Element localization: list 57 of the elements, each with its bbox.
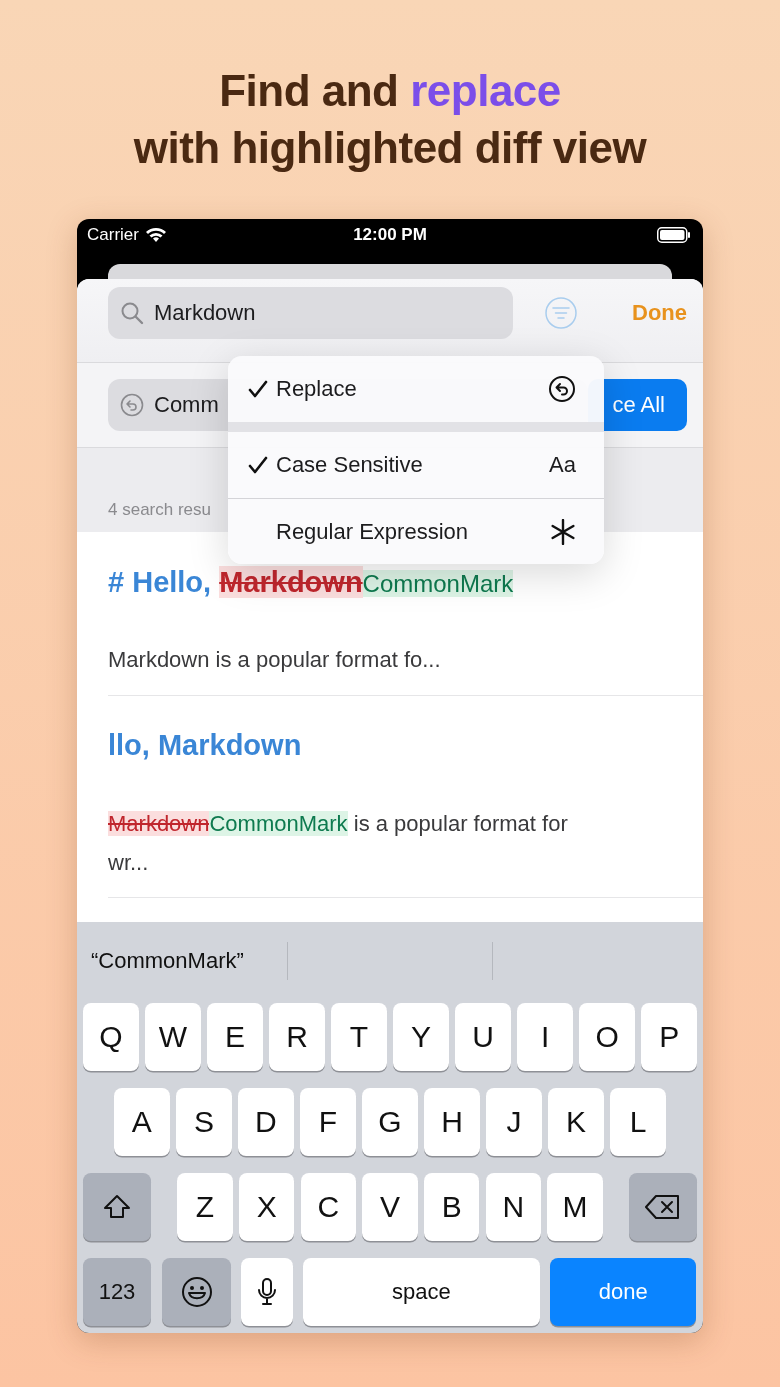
- case-symbol: Aa: [549, 452, 576, 478]
- letter-key[interactable]: E: [207, 1003, 263, 1071]
- result-heading: # Hello, MarkdownCommonMark: [108, 565, 515, 600]
- result-count: 4 search resu: [108, 500, 211, 520]
- undo-icon: [120, 393, 144, 417]
- letter-key[interactable]: J: [486, 1088, 542, 1156]
- carrier-label: Carrier: [87, 225, 139, 245]
- delete-key[interactable]: [629, 1173, 697, 1241]
- letter-key[interactable]: H: [424, 1088, 480, 1156]
- menu-item[interactable]: Case Sensitive Aa: [228, 432, 604, 498]
- search-icon: [120, 300, 144, 325]
- letter-key[interactable]: R: [269, 1003, 325, 1071]
- space-key[interactable]: space: [302, 1258, 540, 1326]
- letter-key[interactable]: I: [517, 1003, 573, 1071]
- letter-key[interactable]: L: [610, 1088, 666, 1156]
- microphone-icon: [256, 1277, 277, 1307]
- asterisk-icon: [550, 518, 576, 545]
- letter-key[interactable]: F: [300, 1088, 356, 1156]
- menu-item[interactable]: Regular Expression: [228, 498, 604, 564]
- letter-key[interactable]: W: [145, 1003, 201, 1071]
- letter-key[interactable]: U: [455, 1003, 511, 1071]
- headline: with highlighted diff view: [133, 122, 647, 174]
- smiley-icon: [180, 1276, 213, 1308]
- letter-key[interactable]: D: [238, 1088, 294, 1156]
- letter-key[interactable]: Y: [393, 1003, 449, 1071]
- suggestion[interactable]: “CommonMark”: [91, 947, 244, 974]
- clock-time: 12:00 PM: [353, 225, 427, 245]
- letter-key[interactable]: V: [362, 1173, 418, 1241]
- letter-key[interactable]: P: [641, 1003, 697, 1071]
- letter-key[interactable]: Z: [177, 1173, 233, 1241]
- microphone-key[interactable]: [240, 1258, 293, 1326]
- wifi-icon: [144, 227, 167, 243]
- letter-key[interactable]: S: [176, 1088, 232, 1156]
- letter-key[interactable]: A: [114, 1088, 170, 1156]
- numbers-key[interactable]: 123: [83, 1258, 151, 1326]
- letter-key[interactable]: M: [547, 1173, 603, 1241]
- shift-key[interactable]: [83, 1173, 151, 1241]
- result-snippet: Markdown is a popular format fo...: [108, 646, 442, 674]
- result-heading: llo, Markdown: [108, 728, 303, 763]
- letter-key[interactable]: Q: [83, 1003, 139, 1071]
- emoji-key[interactable]: [162, 1258, 232, 1326]
- shift-icon: [102, 1193, 132, 1221]
- letter-key[interactable]: K: [548, 1088, 604, 1156]
- result-snippet: MarkdownCommonMark is a popular format for wr...: [108, 810, 569, 877]
- done-key[interactable]: done: [550, 1258, 697, 1326]
- letter-key[interactable]: T: [331, 1003, 387, 1071]
- letter-key[interactable]: B: [424, 1173, 480, 1241]
- letter-key[interactable]: O: [579, 1003, 635, 1071]
- letter-key[interactable]: N: [485, 1173, 542, 1241]
- letter-key[interactable]: C: [300, 1173, 356, 1241]
- search-field[interactable]: Markdown: [108, 286, 513, 339]
- backspace-icon: [645, 1194, 681, 1220]
- undo-icon: [548, 375, 576, 403]
- battery-icon: [657, 227, 691, 243]
- letter-key[interactable]: X: [238, 1173, 295, 1241]
- headline: Find and replace: [219, 65, 561, 117]
- letter-key[interactable]: G: [362, 1088, 418, 1156]
